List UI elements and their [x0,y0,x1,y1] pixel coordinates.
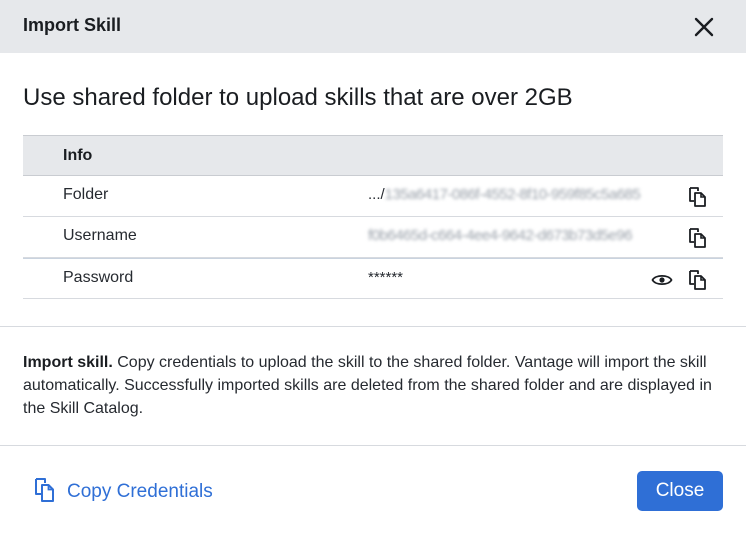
copy-icon[interactable] [687,269,709,291]
table-row-folder: Folder .../135a6417-086f-4552-8f10-959f8… [23,176,723,217]
description-text: Copy credentials to upload the skill to … [23,354,712,417]
eye-icon[interactable] [651,271,673,289]
footer-divider [0,445,746,446]
import-skill-dialog: Import Skill Use shared folder to upload… [0,0,746,534]
dialog-heading: Use shared folder to upload skills that … [23,84,573,111]
username-text: f0b6465d-c664-4ee4-9642-d673b73d5e96 [368,227,632,244]
username-label: Username [63,227,137,244]
copy-icon[interactable] [687,186,709,208]
table-row-password: Password ****** [23,258,723,299]
copy-icon[interactable] [687,227,709,249]
description-bold: Import skill. [23,354,113,371]
folder-prefix: .../ [368,186,385,203]
copy-icon [33,477,57,508]
import-description: Import skill. Copy credentials to upload… [23,351,723,420]
folder-value: .../135a6417-086f-4552-8f10-959f85c5a685 [368,186,641,203]
table-header-label: Info [63,147,93,164]
copy-credentials-label: Copy Credentials [67,481,213,502]
section-divider [0,326,746,327]
table-row-username: Username f0b6465d-c664-4ee4-9642-d673b73… [23,217,723,258]
folder-path: 135a6417-086f-4552-8f10-959f85c5a685 [384,186,641,203]
dialog-title: Import Skill [23,15,122,35]
close-icon[interactable] [688,11,720,43]
close-button[interactable]: Close [637,471,723,511]
username-value: f0b6465d-c664-4ee4-9642-d673b73d5e96 [368,227,632,244]
dialog-header: Import Skill [0,0,746,53]
password-label: Password [63,269,134,286]
password-value: ****** [368,269,404,286]
copy-credentials-button[interactable]: Copy Credentials [33,477,213,508]
info-table: Info Folder .../135a6417-086f-4552-8f10-… [23,135,723,299]
folder-label: Folder [63,186,109,203]
table-header: Info [23,135,723,176]
